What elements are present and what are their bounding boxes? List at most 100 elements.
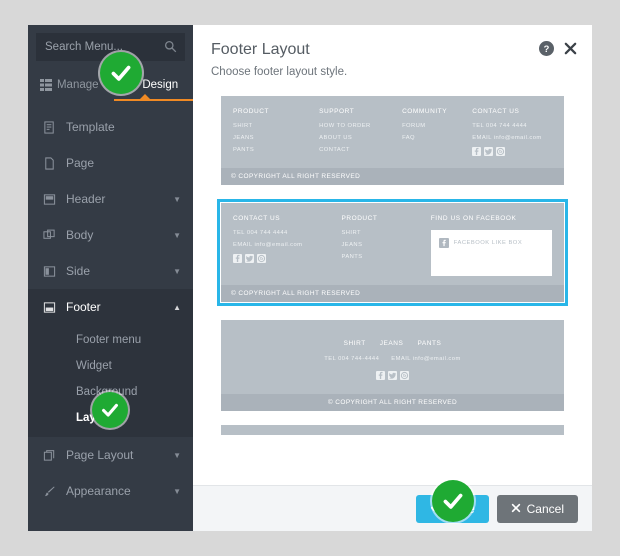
footer-column: COMMUNITY FORUM FAQ [402, 108, 472, 159]
googleplus-icon[interactable] [257, 254, 266, 263]
tab-design[interactable]: Design [111, 69, 194, 101]
column-link: PANTS [417, 340, 442, 347]
layout-option-partial[interactable] [221, 425, 564, 435]
sidebar-item-side[interactable]: Side ▼ [28, 253, 193, 289]
sidebar-item-page[interactable]: Page [28, 145, 193, 181]
sidebar-item-page-layout[interactable]: Page Layout ▼ [28, 437, 193, 473]
column-link: SHIRT [341, 230, 361, 236]
tab-manage[interactable]: Manage [28, 69, 111, 101]
footer-column: SUPPORT HOW TO ORDER ABOUT US CONTACT [319, 108, 402, 159]
column-link: CONTACT [319, 147, 350, 153]
sidebar-item-layout-label: Layout [76, 412, 114, 424]
sidebar-item-page-layout-label: Page Layout [66, 448, 134, 462]
sidebar-item-footer-menu[interactable]: Footer menu [28, 327, 193, 353]
pagelayout-icon [42, 448, 56, 462]
sidebar-item-body[interactable]: Body ▼ [28, 217, 193, 253]
googleplus-icon[interactable] [496, 147, 506, 156]
sidebar: Manage Design [28, 25, 193, 531]
chevron-down-icon[interactable]: ▼ [173, 231, 181, 240]
copyright-bar: © COPYRIGHT ALL RIGHT RESERVED [221, 285, 564, 302]
footer-preview-body [221, 425, 564, 435]
check-icon [430, 502, 441, 516]
tab-design-label: Design [142, 79, 179, 91]
social-icons [472, 147, 544, 156]
column-heading: FIND US ON FACEBOOK [430, 215, 517, 222]
column-heading: COMMUNITY [402, 108, 448, 115]
layout-options-list: PRODUCT SHIRT JEANS PANTS SUPPORT HOW TO… [193, 86, 592, 485]
save-button-label: Save [447, 501, 475, 516]
column-link: PANTS [233, 147, 255, 153]
copyright-bar: © COPYRIGHT ALL RIGHT RESERVED [221, 394, 564, 411]
footer-column: PRODUCT SHIRT JEANS PANTS [341, 215, 430, 276]
dialog-actions: ? [539, 41, 578, 56]
footer-column: CONTACT US TEL 004 744 4444 EMAIL info@e… [472, 108, 552, 159]
column-link: TEL 004 744 4444 [233, 230, 288, 236]
sidebar-item-body-label: Body [66, 228, 94, 242]
sidebar-item-template[interactable]: Template [28, 109, 193, 145]
footer-contact-row: TEL 004 744-4444 EMAIL info@email.com [233, 356, 552, 362]
layout-option-contact-facebook[interactable]: CONTACT US TEL 004 744 4444 EMAIL info@e… [217, 199, 568, 306]
contact-item: EMAIL info@email.com [391, 356, 461, 362]
twitter-icon[interactable] [484, 147, 494, 156]
cancel-button[interactable]: Cancel [496, 494, 578, 523]
sidebar-item-layout[interactable]: Layout [28, 405, 193, 431]
layout-option-centered[interactable]: SHIRT JEANS PANTS TEL 004 744-4444 EMAIL… [221, 320, 564, 411]
facebook-icon[interactable] [472, 147, 482, 156]
column-link: JEANS [233, 135, 254, 141]
layout-option-4col[interactable]: PRODUCT SHIRT JEANS PANTS SUPPORT HOW TO… [221, 96, 564, 185]
page-icon [42, 156, 56, 170]
close-icon[interactable] [563, 41, 578, 56]
sidebar-tabs: Manage Design [28, 69, 193, 101]
chevron-down-icon[interactable]: ▼ [173, 487, 181, 496]
page-title: Footer Layout [211, 41, 310, 58]
column-link: EMAIL info@email.com [472, 135, 542, 141]
social-icons [233, 371, 552, 380]
help-icon[interactable]: ? [539, 41, 554, 56]
sidebar-item-widget[interactable]: Widget [28, 353, 193, 379]
chevron-up-icon[interactable]: ▲ [173, 303, 181, 312]
dialog-subtitle: Choose footer layout style. [211, 66, 348, 78]
column-link: FAQ [402, 135, 416, 141]
sidebar-item-appearance[interactable]: Appearance ▼ [28, 473, 193, 509]
chevron-down-icon[interactable]: ▼ [173, 195, 181, 204]
chevron-down-icon[interactable]: ▼ [173, 267, 181, 276]
chevron-down-icon[interactable]: ▼ [173, 451, 181, 460]
column-link: EMAIL info@email.com [233, 242, 303, 248]
cancel-button-label: Cancel [526, 501, 564, 516]
sidebar-item-background[interactable]: Background [28, 379, 193, 405]
column-link: FORUM [402, 123, 426, 129]
footer-columns: PRODUCT SHIRT JEANS PANTS SUPPORT HOW TO… [233, 108, 552, 159]
sidebar-item-footer[interactable]: Footer ▲ [28, 289, 193, 325]
twitter-icon[interactable] [245, 254, 254, 263]
column-link: JEANS [341, 242, 363, 248]
tab-manage-label: Manage [56, 79, 99, 91]
social-icons [233, 254, 333, 263]
footer-column: CONTACT US TEL 004 744 4444 EMAIL info@e… [233, 215, 341, 276]
contact-item: TEL 004 744-4444 [324, 356, 380, 362]
brush-icon [42, 484, 56, 498]
column-link: ABOUT US [319, 135, 353, 141]
sidebar-item-header[interactable]: Header ▼ [28, 181, 193, 217]
sidebar-item-widget-label: Widget [76, 360, 112, 372]
footer-preview-body: PRODUCT SHIRT JEANS PANTS SUPPORT HOW TO… [221, 96, 564, 168]
sidebar-item-footer-label: Footer [66, 300, 101, 314]
search-icon[interactable] [164, 40, 177, 53]
sidebar-menu: Template Page Header ▼ Body ▼ Side ▼ Foo… [28, 109, 193, 509]
sidebar-item-page-label: Page [66, 156, 95, 170]
dialog-header: Footer Layout Choose footer layout style… [193, 25, 592, 86]
search-menu-field[interactable] [36, 33, 185, 61]
facebook-icon[interactable] [233, 254, 242, 263]
body-icon [42, 228, 56, 242]
footer-icon [42, 300, 56, 314]
save-button[interactable]: Save [416, 494, 489, 523]
grid-icon [39, 79, 52, 91]
facebook-icon [438, 238, 449, 248]
googleplus-icon[interactable] [400, 371, 409, 380]
facebook-like-box-label: FACEBOOK LIKE BOX [453, 240, 523, 246]
facebook-icon[interactable] [376, 371, 385, 380]
search-input[interactable] [45, 41, 165, 53]
facebook-like-box[interactable]: FACEBOOK LIKE BOX [430, 230, 552, 276]
twitter-icon[interactable] [388, 371, 397, 380]
side-icon [42, 264, 56, 278]
template-icon [42, 120, 56, 134]
